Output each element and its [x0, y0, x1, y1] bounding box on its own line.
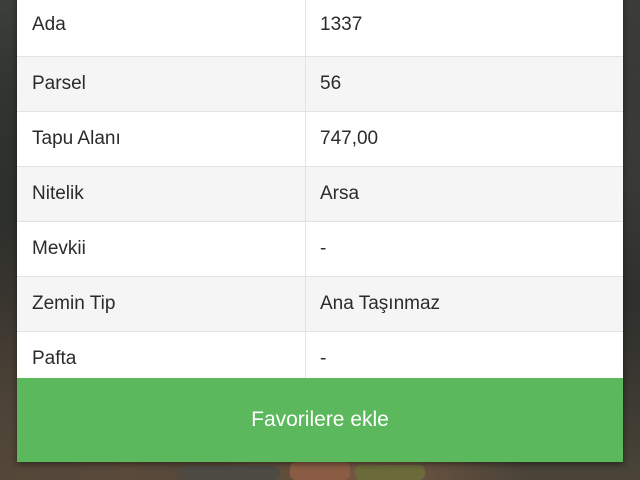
- add-to-favorites-button[interactable]: Favorilere ekle: [17, 378, 623, 462]
- row-value-mevkii: -: [305, 221, 623, 277]
- row-value-tapu-alani: 747,00: [305, 111, 623, 167]
- row-value-parsel: 56: [305, 56, 623, 112]
- row-label-parsel: Parsel: [17, 56, 306, 112]
- map-building-roof: [355, 465, 425, 480]
- parcel-info-card: Ada 1337 Parsel 56 Tapu Alanı 747,00 Nit…: [17, 0, 623, 462]
- row-value-ada: 1337: [305, 0, 623, 57]
- map-building-roof: [290, 462, 350, 480]
- table-row: Ada 1337: [17, 0, 623, 57]
- row-value-zemin-tip: Ana Taşınmaz: [305, 276, 623, 332]
- parcel-info-table: Ada 1337 Parsel 56 Tapu Alanı 747,00 Nit…: [17, 0, 623, 387]
- table-row: Parsel 56: [17, 56, 623, 112]
- row-value-nitelik: Arsa: [305, 166, 623, 222]
- table-row: Nitelik Arsa: [17, 166, 623, 222]
- row-label-ada: Ada: [17, 0, 306, 57]
- map-road: [180, 466, 280, 480]
- row-label-mevkii: Mevkii: [17, 221, 306, 277]
- table-row: Mevkii -: [17, 221, 623, 277]
- row-label-tapu-alani: Tapu Alanı: [17, 111, 306, 167]
- table-row: Zemin Tip Ana Taşınmaz: [17, 276, 623, 332]
- row-label-nitelik: Nitelik: [17, 166, 306, 222]
- table-row: Tapu Alanı 747,00: [17, 111, 623, 167]
- row-label-zemin-tip: Zemin Tip: [17, 276, 306, 332]
